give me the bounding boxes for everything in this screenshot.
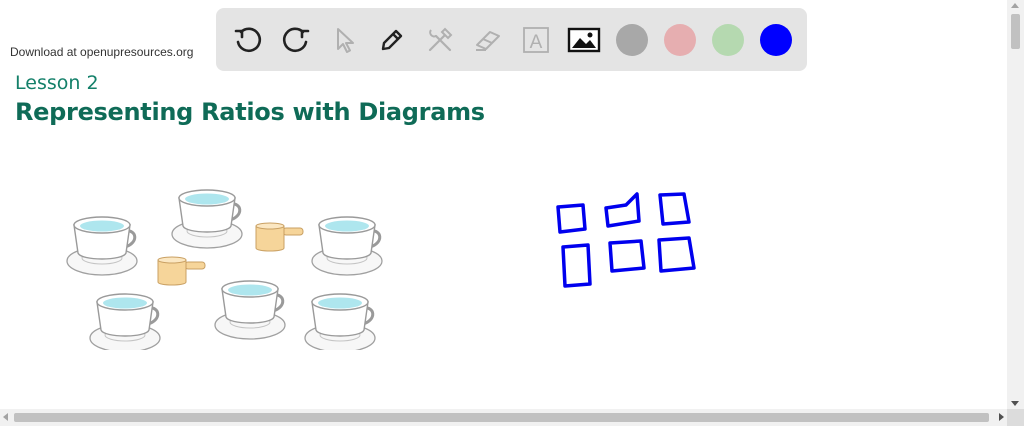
hand-drawn-annotation xyxy=(556,192,696,288)
color-swatch-gray[interactable] xyxy=(608,16,656,64)
download-note: Download at openupresources.org xyxy=(10,45,194,59)
drawing-toolbar: A xyxy=(216,8,807,71)
drawn-square-6 xyxy=(657,236,696,273)
cup-5 xyxy=(213,279,287,341)
undo-icon xyxy=(234,27,262,52)
text-tool-button[interactable]: A xyxy=(512,16,560,64)
svg-text:A: A xyxy=(530,32,543,53)
eraser-tool-button[interactable] xyxy=(464,16,512,64)
scroll-down-arrow-icon[interactable] xyxy=(1011,401,1019,406)
scrollbar-corner xyxy=(1007,409,1024,426)
cup-1 xyxy=(65,215,139,277)
vertical-scroll-thumb[interactable] xyxy=(1011,14,1020,49)
scoop-1 xyxy=(255,222,304,252)
tools-icon xyxy=(428,27,453,51)
drawn-square-2 xyxy=(604,192,641,228)
drawn-square-3 xyxy=(658,192,691,226)
scroll-right-arrow-icon[interactable] xyxy=(999,413,1004,421)
swatch-gray xyxy=(616,23,648,56)
undo-button[interactable] xyxy=(224,16,272,64)
cup-4 xyxy=(88,292,162,350)
page-title: Representing Ratios with Diagrams xyxy=(15,98,485,126)
cups-and-scoops-illustration xyxy=(65,188,384,350)
horizontal-scroll-thumb[interactable] xyxy=(14,413,989,422)
select-pointer-icon xyxy=(337,27,354,53)
swatch-blue xyxy=(760,23,792,56)
select-tool-button[interactable] xyxy=(320,16,368,64)
cup-2 xyxy=(170,188,244,250)
horizontal-scrollbar[interactable] xyxy=(0,409,1007,426)
swatch-pink xyxy=(664,23,696,56)
scroll-left-arrow-icon[interactable] xyxy=(3,413,8,421)
redo-icon xyxy=(282,27,310,52)
pen-tool-button[interactable] xyxy=(368,16,416,64)
cup-6 xyxy=(303,292,377,350)
color-swatch-blue[interactable] xyxy=(752,16,800,64)
pen-icon xyxy=(381,29,403,50)
drawn-square-4 xyxy=(561,243,592,288)
scoop-2 xyxy=(157,256,206,286)
scroll-up-arrow-icon[interactable] xyxy=(1011,3,1019,8)
tools-button[interactable] xyxy=(416,16,464,64)
redo-button[interactable] xyxy=(272,16,320,64)
color-swatch-pink[interactable] xyxy=(656,16,704,64)
cup-3 xyxy=(310,215,384,277)
color-swatch-green[interactable] xyxy=(704,16,752,64)
vertical-scrollbar[interactable] xyxy=(1007,0,1024,409)
swatch-green xyxy=(712,23,744,56)
drawn-square-1 xyxy=(556,203,587,234)
drawn-square-5 xyxy=(608,239,646,273)
image-tool-button[interactable] xyxy=(560,16,608,64)
eraser-icon xyxy=(476,30,500,51)
image-icon xyxy=(567,27,601,52)
text-icon: A xyxy=(523,26,549,53)
lesson-number: Lesson 2 xyxy=(15,72,99,94)
